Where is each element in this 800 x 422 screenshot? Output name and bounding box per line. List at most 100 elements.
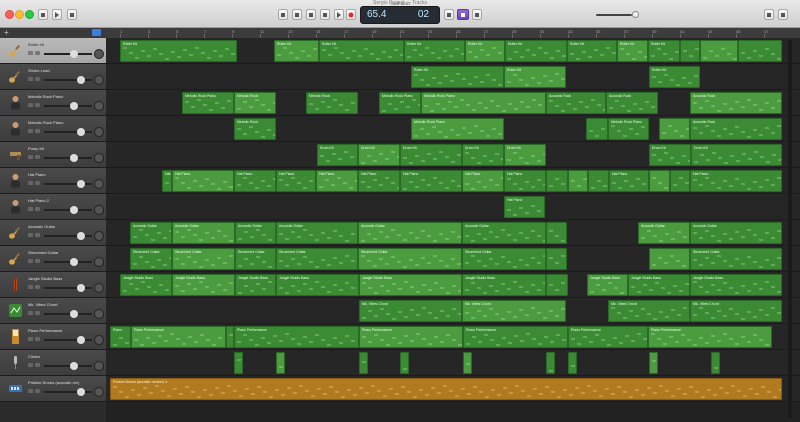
midi-region[interactable]: Hat bbox=[162, 170, 172, 192]
solo-button[interactable] bbox=[35, 233, 40, 237]
mute-button[interactable] bbox=[28, 155, 33, 159]
midi-region[interactable]: Strummed Guitar bbox=[462, 248, 546, 270]
midi-region[interactable]: Strummed Guitar bbox=[235, 248, 276, 270]
midi-region[interactable]: Hat Piano bbox=[316, 170, 358, 192]
midi-region[interactable]: Strummed Guitar bbox=[276, 248, 358, 270]
track-header[interactable]: Hat Piano bbox=[0, 168, 106, 194]
midi-region[interactable]: Acoustic Guitar bbox=[130, 222, 172, 244]
go-to-beginning-button[interactable] bbox=[278, 9, 288, 20]
midi-region[interactable]: Mk. Vibes Chord bbox=[690, 300, 782, 322]
track-volume-slider[interactable] bbox=[44, 53, 92, 55]
solo-button[interactable] bbox=[35, 155, 40, 159]
midi-region[interactable]: Jangle Studio Bass bbox=[359, 274, 462, 296]
midi-region[interactable] bbox=[649, 248, 690, 270]
track-header[interactable]: Stroke Lead bbox=[0, 64, 106, 90]
tuner-button[interactable] bbox=[444, 9, 454, 20]
midi-region[interactable]: Hat Piano bbox=[172, 170, 234, 192]
solo-button[interactable] bbox=[35, 77, 40, 81]
midi-region[interactable]: Acoustic Guitar bbox=[462, 222, 546, 244]
midi-region[interactable]: Roller Kit bbox=[504, 66, 566, 88]
midi-region[interactable]: Piano Performance bbox=[463, 326, 568, 348]
midi-region[interactable]: Roller Kit bbox=[274, 40, 319, 62]
midi-region[interactable]: Jangle Studio Bass bbox=[628, 274, 690, 296]
track-volume-slider[interactable] bbox=[44, 365, 92, 367]
solo-button[interactable] bbox=[35, 285, 40, 289]
catch-playhead-icon[interactable] bbox=[92, 29, 101, 36]
midi-region[interactable]: Mk. Vibes Chord bbox=[608, 300, 690, 322]
midi-region[interactable] bbox=[568, 170, 588, 192]
track-volume-knob[interactable] bbox=[70, 362, 78, 370]
midi-region[interactable] bbox=[711, 352, 720, 374]
track-volume-slider[interactable] bbox=[44, 209, 92, 211]
zoom-window-button[interactable] bbox=[25, 10, 34, 19]
midi-region[interactable]: Roller Kit bbox=[505, 40, 567, 62]
track-volume-knob[interactable] bbox=[70, 50, 78, 58]
mute-button[interactable] bbox=[28, 337, 33, 341]
record-button[interactable] bbox=[346, 9, 356, 20]
track-header[interactable]: Melodic Rock Piano bbox=[0, 90, 106, 116]
track-volume-knob[interactable] bbox=[77, 76, 85, 84]
track-header[interactable]: Pump Kit bbox=[0, 142, 106, 168]
mute-button[interactable] bbox=[28, 285, 33, 289]
midi-region[interactable]: Hat Piano bbox=[276, 170, 316, 192]
midi-region[interactable]: Melodic Rock bbox=[234, 92, 276, 114]
midi-region[interactable] bbox=[649, 170, 670, 192]
metronome-button[interactable] bbox=[472, 9, 482, 20]
mute-button[interactable] bbox=[28, 129, 33, 133]
add-track-icon[interactable]: + bbox=[4, 28, 9, 37]
track-pan-knob[interactable] bbox=[94, 101, 104, 111]
play-button[interactable] bbox=[334, 9, 344, 20]
midi-region[interactable]: Hat Piano bbox=[400, 170, 462, 192]
midi-region[interactable]: Roller Kit bbox=[617, 40, 648, 62]
fast-forward-button[interactable] bbox=[306, 9, 316, 20]
track-volume-knob[interactable] bbox=[77, 128, 85, 136]
midi-region[interactable]: Melodic Rock bbox=[234, 118, 276, 140]
track-volume-knob[interactable] bbox=[77, 232, 85, 240]
midi-region[interactable]: Drum Kit bbox=[504, 144, 546, 166]
midi-region[interactable] bbox=[276, 352, 285, 374]
mute-button[interactable] bbox=[28, 103, 33, 107]
midi-region[interactable]: Piano Performance bbox=[359, 326, 463, 348]
track-lanes[interactable]: Roller Kit Roller Kit Roller Kit Roller Kit… bbox=[106, 38, 800, 422]
track-pan-knob[interactable] bbox=[94, 335, 104, 345]
midi-region[interactable]: Strummed Guitar bbox=[172, 248, 235, 270]
track-pan-knob[interactable] bbox=[94, 361, 104, 371]
midi-region[interactable]: Acoustic Guitar bbox=[172, 222, 235, 244]
midi-region[interactable] bbox=[234, 352, 243, 374]
midi-region[interactable]: Hat Piano bbox=[690, 170, 782, 192]
midi-region[interactable]: Hat Piano bbox=[462, 170, 504, 192]
lcd-display[interactable]: BAR BEAT 65.4 02 bbox=[360, 1, 440, 24]
midi-region[interactable]: Melodic Rock bbox=[306, 92, 358, 114]
solo-button[interactable] bbox=[35, 337, 40, 341]
midi-region[interactable]: Strummed Guitar bbox=[358, 248, 462, 270]
midi-region[interactable]: Jangle Studio Bass bbox=[172, 274, 235, 296]
close-window-button[interactable] bbox=[5, 10, 14, 19]
midi-region[interactable]: Hat Piano bbox=[358, 170, 400, 192]
track-volume-knob[interactable] bbox=[70, 154, 78, 162]
midi-region[interactable]: Drum Kit bbox=[649, 144, 691, 166]
track-volume-knob[interactable] bbox=[70, 206, 78, 214]
track-header[interactable]: Acoustic Guitar bbox=[0, 220, 106, 246]
midi-region[interactable]: Acoustic Rock bbox=[546, 92, 606, 114]
rewind-button[interactable] bbox=[292, 9, 302, 20]
midi-region[interactable]: Hat Piano bbox=[504, 196, 545, 218]
track-volume-slider[interactable] bbox=[44, 157, 92, 159]
solo-button[interactable] bbox=[35, 259, 40, 263]
midi-region[interactable]: Acoustic Guitar bbox=[276, 222, 358, 244]
midi-region[interactable]: Drum Kit bbox=[358, 144, 400, 166]
track-header[interactable]: Roller Kit bbox=[0, 38, 106, 64]
track-volume-slider[interactable] bbox=[44, 105, 92, 107]
mute-button[interactable] bbox=[28, 51, 33, 55]
midi-region[interactable]: Acoustic Rock bbox=[690, 118, 782, 140]
midi-region[interactable]: Piano bbox=[110, 326, 131, 348]
midi-region[interactable]: Acoustic Guitar bbox=[638, 222, 690, 244]
midi-region[interactable]: Melodic Rock Piano bbox=[411, 118, 504, 140]
midi-region[interactable]: Piano Performance bbox=[131, 326, 226, 348]
solo-button[interactable] bbox=[35, 207, 40, 211]
track-header[interactable]: Clicker bbox=[0, 350, 106, 376]
solo-button[interactable] bbox=[35, 311, 40, 315]
track-header[interactable]: Jangle Studio Bass bbox=[0, 272, 106, 298]
mute-button[interactable] bbox=[28, 389, 33, 393]
midi-region[interactable]: Roller Kit bbox=[411, 66, 504, 88]
track-header[interactable]: Strummed Guitar bbox=[0, 246, 106, 272]
